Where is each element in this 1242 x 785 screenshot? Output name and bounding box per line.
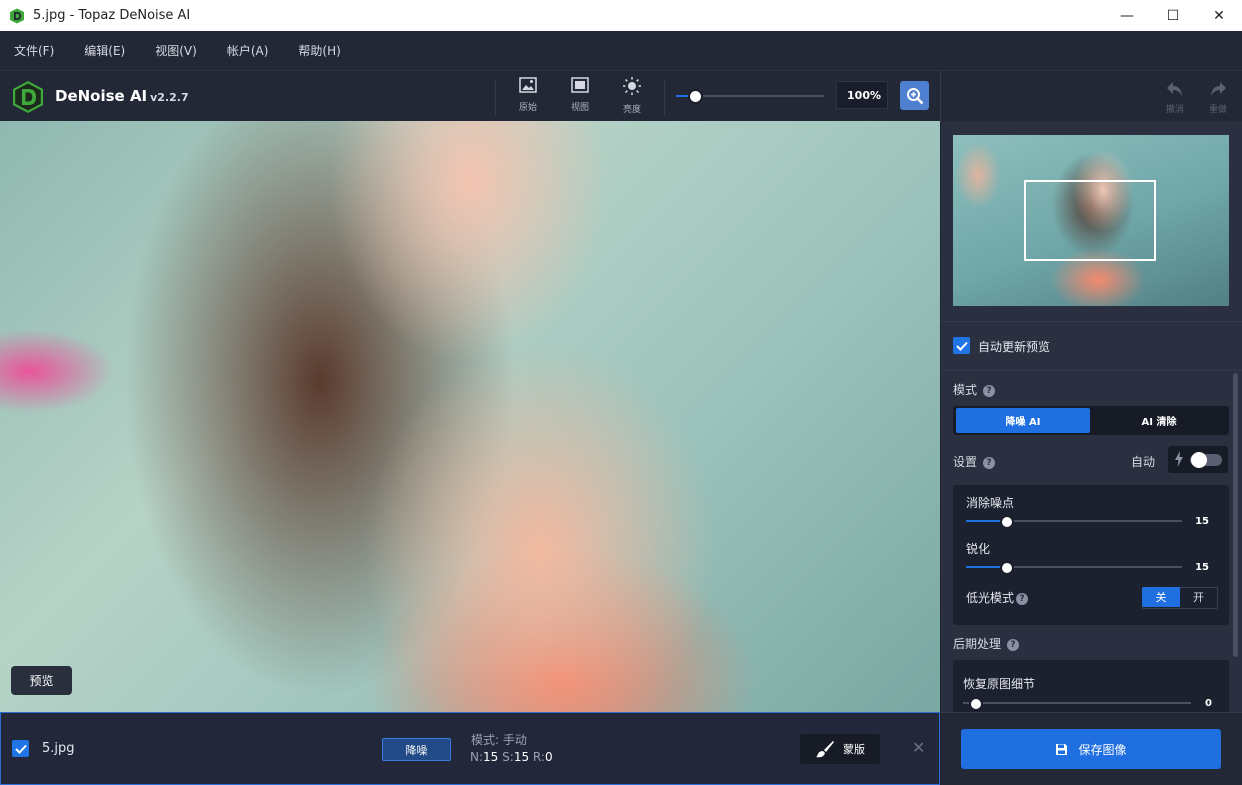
view-button[interactable]: 视图	[560, 77, 600, 113]
mask-label: 蒙版	[843, 743, 865, 756]
brightness-label: 亮度	[622, 105, 641, 115]
menu-file[interactable]: 文件(F)	[14, 42, 54, 59]
save-image-button[interactable]: 保存图像	[961, 729, 1221, 769]
recover-detail-slider-track[interactable]	[963, 702, 1191, 704]
save-image-label: 保存图像	[1078, 742, 1127, 757]
denoise-logo-icon	[13, 81, 43, 113]
checkmark-icon	[14, 744, 27, 754]
lightning-icon	[1175, 451, 1183, 467]
auto-toggle-knob[interactable]	[1191, 452, 1207, 468]
auto-label: 自动	[1131, 455, 1156, 469]
menu-view[interactable]: 视图(V)	[155, 42, 197, 59]
close-window-button[interactable]: ✕	[1196, 0, 1242, 31]
toolbar-divider	[940, 71, 941, 122]
checkmark-icon	[955, 341, 968, 351]
r-label: R:	[532, 750, 545, 764]
n-value: 15	[483, 750, 499, 764]
original-label: 原始	[518, 103, 537, 113]
file-list-panel	[0, 712, 940, 785]
brightness-icon	[623, 77, 641, 95]
right-panel-scrollbar[interactable]	[1233, 373, 1238, 657]
mode-ai-clear-button[interactable]: AI 清除	[1092, 408, 1226, 433]
minimize-button[interactable]: —	[1104, 0, 1150, 31]
image-preview-canvas[interactable]	[0, 121, 940, 712]
undo-button[interactable]: 撤消	[1160, 80, 1190, 115]
low-light-label: 低光模式	[966, 591, 1015, 605]
settings-label: 设置	[953, 455, 978, 469]
s-value: 15	[513, 750, 530, 764]
brush-icon	[816, 741, 834, 758]
sharpen-value: 15	[1195, 562, 1209, 573]
image-icon	[519, 77, 537, 93]
help-icon[interactable]: ?	[983, 384, 996, 397]
recover-detail-label: 恢复原图细节	[963, 677, 1036, 691]
view-icon	[571, 77, 589, 93]
help-icon[interactable]: ?	[1007, 638, 1020, 651]
window-title: 5.jpg - Topaz DeNoise AI	[33, 8, 191, 23]
menu-help[interactable]: 帮助(H)	[298, 42, 340, 59]
zoom-slider-handle[interactable]	[688, 89, 703, 104]
file-name[interactable]: 5.jpg	[42, 741, 75, 756]
navigator-viewport-rect[interactable]	[1024, 180, 1156, 261]
redo-icon	[1211, 82, 1226, 96]
low-light-row: 低光模式?	[966, 589, 1029, 606]
sharpen-label: 锐化	[966, 542, 991, 556]
settings-section-title: 设置?	[953, 453, 996, 470]
app-version: v2.2.7	[150, 91, 189, 104]
remove-file-icon[interactable]: ✕	[912, 738, 925, 757]
app-name: DeNoise AI v2.2.7	[55, 87, 189, 105]
menu-edit[interactable]: 编辑(E)	[84, 42, 125, 59]
remove-noise-slider-handle[interactable]	[1000, 515, 1014, 529]
undo-label: 撤消	[1165, 105, 1184, 115]
post-processing-section-title: 后期处理?	[953, 635, 1020, 652]
app-name-text: DeNoise AI	[55, 87, 148, 105]
undo-icon	[1167, 82, 1182, 96]
mode-info: 模式: 手动	[471, 733, 527, 747]
remove-noise-value: 15	[1195, 516, 1209, 527]
recover-detail-slider-handle[interactable]	[969, 697, 983, 711]
toolbar: DeNoise AI v2.2.7 原始 视图 亮度	[0, 70, 1242, 122]
save-icon	[1056, 743, 1068, 755]
s-label: S:	[502, 750, 514, 764]
redo-button[interactable]: 重做	[1203, 80, 1233, 115]
denoise-tag: 降噪	[382, 738, 451, 761]
auto-update-label: 自动更新预览	[978, 340, 1051, 354]
menu-account[interactable]: 帐户(A)	[227, 42, 269, 59]
mode-section-title: 模式?	[953, 381, 996, 398]
toolbar-divider	[495, 79, 496, 115]
low-light-off-button[interactable]: 关	[1142, 587, 1180, 607]
recover-detail-value: 0	[1205, 698, 1212, 709]
sharpen-slider-handle[interactable]	[1000, 561, 1014, 575]
zoom-button[interactable]	[900, 81, 929, 110]
mode-denoise-ai-button[interactable]: 降噪 AI	[956, 408, 1090, 433]
file-checkbox[interactable]	[12, 740, 29, 757]
maximize-button[interactable]: ☐	[1150, 0, 1196, 31]
preview-button[interactable]: 预览	[11, 666, 72, 695]
menu-bar: 文件(F) 编辑(E) 视图(V) 帐户(A) 帮助(H)	[0, 31, 1242, 70]
help-icon[interactable]: ?	[1016, 592, 1029, 605]
settings-stats: N:15 S:15 R:0	[470, 750, 553, 764]
remove-noise-label: 消除噪点	[966, 496, 1015, 510]
help-icon[interactable]: ?	[983, 456, 996, 469]
app-icon	[10, 8, 24, 23]
original-button[interactable]: 原始	[508, 77, 548, 113]
r-value: 0	[544, 750, 553, 764]
redo-label: 重做	[1208, 105, 1227, 115]
auto-update-checkbox[interactable]	[953, 337, 970, 354]
mask-button[interactable]: 蒙版	[800, 734, 880, 764]
post-processing-label: 后期处理	[953, 637, 1002, 651]
brightness-button[interactable]: 亮度	[612, 77, 652, 115]
n-label: N:	[470, 750, 484, 764]
view-label: 视图	[570, 103, 589, 113]
mode-label: 模式	[953, 383, 978, 397]
zoom-value-field[interactable]: 100%	[836, 81, 888, 109]
low-light-on-button[interactable]: 开	[1181, 587, 1216, 607]
title-bar: 5.jpg - Topaz DeNoise AI — ☐ ✕	[0, 0, 1242, 31]
toolbar-divider	[664, 79, 665, 115]
zoom-in-icon	[906, 87, 923, 104]
